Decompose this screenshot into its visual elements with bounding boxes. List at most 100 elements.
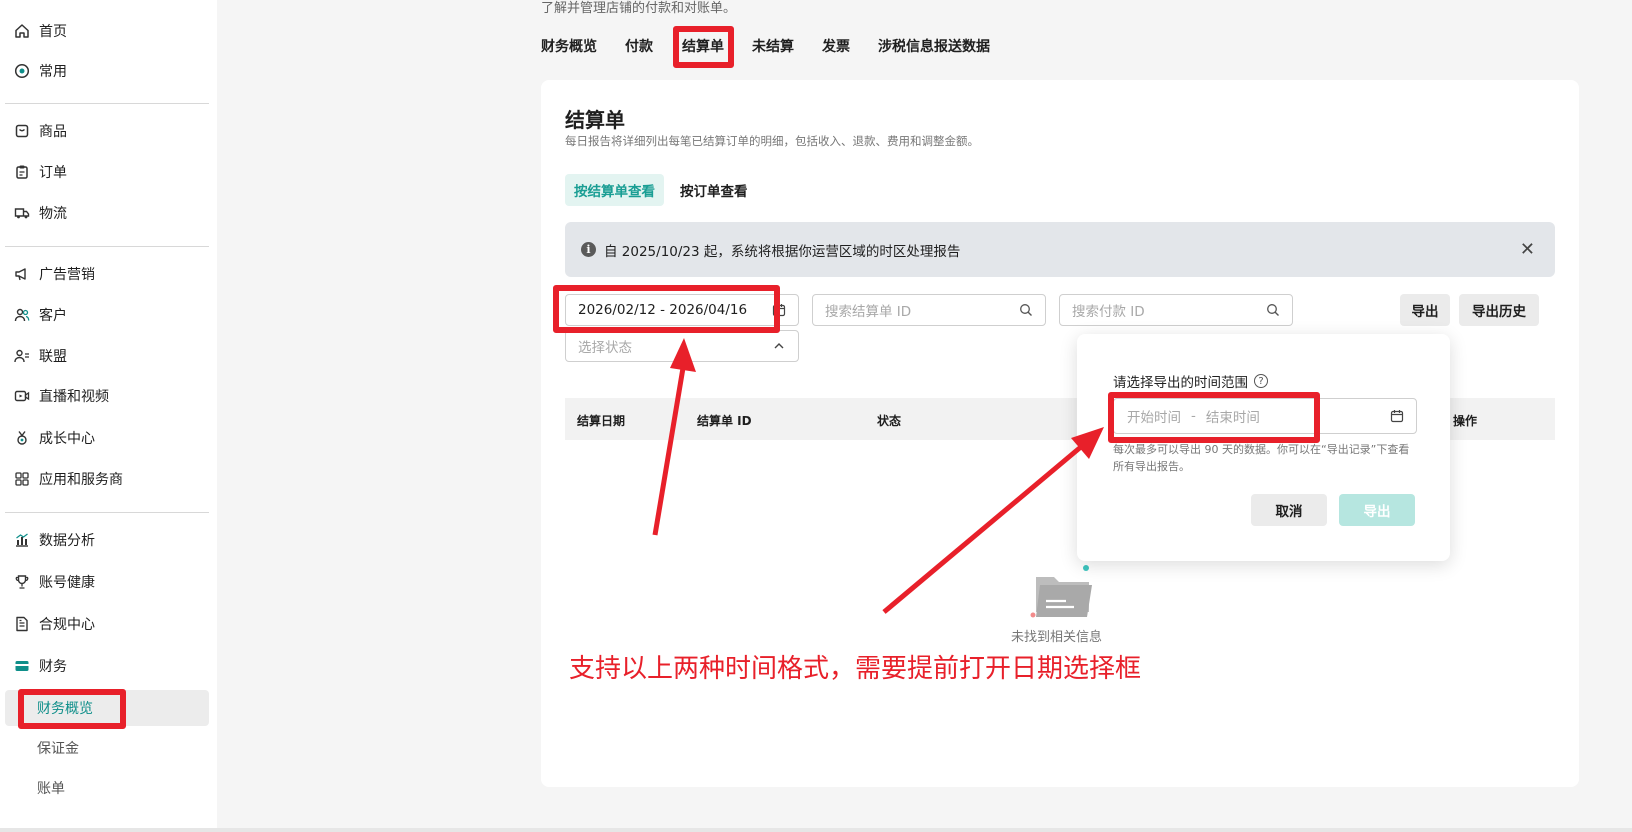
sidebar-subitem-label: 账单 <box>37 781 65 797</box>
product-icon <box>14 123 30 139</box>
sidebar-item-compliance[interactable]: 合规中心 <box>5 606 209 642</box>
bar-chart-icon <box>14 532 30 548</box>
clipboard-icon <box>14 164 30 180</box>
sidebar-subitem-bills[interactable]: 账单 <box>5 770 209 806</box>
sidebar-subitem-label: 保证金 <box>37 741 79 757</box>
tab-statements[interactable]: 结算单 <box>682 36 724 56</box>
sidebar: 首页 常用 商品 订单 物流 广告营销 客户 联盟 直播和视频 成长中心 应用和… <box>0 0 217 828</box>
sidebar-item-favorites[interactable]: 常用 <box>5 53 209 89</box>
sidebar-item-label: 成长中心 <box>39 431 95 447</box>
tab-invoices[interactable]: 发票 <box>822 36 850 56</box>
sidebar-subitem-finance-overview[interactable]: 财务概览 <box>5 690 209 726</box>
help-icon[interactable]: ? <box>1254 374 1268 388</box>
export-date-range-input[interactable]: 开始时间 - 结束时间 <box>1113 398 1417 434</box>
sidebar-item-label: 财务 <box>39 659 67 675</box>
tab-finance-overview[interactable]: 财务概览 <box>541 36 597 56</box>
empty-state-text: 未找到相关信息 <box>1011 630 1103 645</box>
sidebar-item-label: 商品 <box>39 124 67 140</box>
sidebar-subitem-label: 财务概览 <box>37 701 93 717</box>
column-header: 结算单 ID <box>697 414 752 428</box>
users-icon <box>14 307 30 323</box>
medal-icon <box>14 430 30 446</box>
sidebar-item-growth[interactable]: 成长中心 <box>5 420 209 456</box>
sidebar-item-apps[interactable]: 应用和服务商 <box>5 461 209 497</box>
sidebar-item-customers[interactable]: 客户 <box>5 297 209 333</box>
page-title: 结算单 <box>565 108 625 132</box>
end-time-placeholder: 结束时间 <box>1205 410 1260 426</box>
video-icon <box>14 388 30 404</box>
sidebar-subitem-deposit[interactable]: 保证金 <box>5 730 209 766</box>
search-payment-input[interactable]: 搜索付款 ID <box>1059 294 1293 326</box>
column-header: 操作 <box>1453 414 1478 428</box>
export-history-button[interactable]: 导出历史 <box>1459 294 1539 326</box>
search-icon <box>1267 304 1279 316</box>
sidebar-item-live-video[interactable]: 直播和视频 <box>5 378 209 414</box>
sidebar-item-logistics[interactable]: 物流 <box>5 195 209 231</box>
sidebar-item-finance[interactable]: 财务 <box>5 648 209 684</box>
search-statement-input[interactable]: 搜索结算单 ID <box>812 294 1046 326</box>
sidebar-item-label: 联盟 <box>39 349 67 365</box>
status-select[interactable]: 选择状态 <box>565 330 799 362</box>
chevron-up-icon <box>774 343 784 349</box>
trophy-icon <box>14 574 30 590</box>
sidebar-item-orders[interactable]: 订单 <box>5 154 209 190</box>
view-by-statement-toggle[interactable]: 按结算单查看 <box>565 174 664 206</box>
home-icon <box>14 23 30 39</box>
sidebar-item-label: 客户 <box>39 308 67 324</box>
divider <box>5 103 209 104</box>
info-icon: i <box>581 242 596 257</box>
export-range-label-text: 请选择导出的时间范围 <box>1113 375 1248 391</box>
sidebar-item-label: 直播和视频 <box>39 389 109 405</box>
calendar-icon <box>772 304 786 317</box>
sidebar-item-label: 数据分析 <box>39 533 95 549</box>
start-time-placeholder: 开始时间 <box>1127 410 1181 426</box>
export-button[interactable]: 导出 <box>1400 294 1450 326</box>
sidebar-item-label: 订单 <box>39 165 67 181</box>
sidebar-item-label: 首页 <box>39 24 67 40</box>
tab-tax-data[interactable]: 涉税信息报送数据 <box>878 36 990 56</box>
truck-icon <box>14 205 30 221</box>
page-description: 了解并管理店铺的付款和对账单。 <box>541 1 737 16</box>
close-icon[interactable]: ✕ <box>1520 239 1535 260</box>
status-placeholder: 选择状态 <box>578 340 632 356</box>
megaphone-icon <box>14 266 30 282</box>
sidebar-item-label: 常用 <box>39 64 67 80</box>
compliance-icon <box>14 616 30 632</box>
view-by-order-toggle[interactable]: 按订单查看 <box>671 174 757 206</box>
sidebar-item-label: 合规中心 <box>39 617 95 633</box>
bottom-scrollbar[interactable] <box>0 828 1632 832</box>
empty-folder-icon <box>1030 565 1092 618</box>
search-payment-placeholder: 搜索付款 ID <box>1072 304 1145 320</box>
search-statement-placeholder: 搜索结算单 ID <box>825 304 912 320</box>
tab-unsettled[interactable]: 未结算 <box>752 36 794 56</box>
notice-text: 自 2025/10/23 起，系统将根据你运营区域的时区处理报告 <box>604 243 961 260</box>
sidebar-item-affiliate[interactable]: 联盟 <box>5 338 209 374</box>
divider <box>5 512 209 513</box>
sidebar-item-marketing[interactable]: 广告营销 <box>5 256 209 292</box>
sidebar-item-label: 账号健康 <box>39 575 95 591</box>
annotation-text: 支持以上两种时间格式，需要提前打开日期选择框 <box>569 654 1142 684</box>
sidebar-item-label: 广告营销 <box>39 267 95 283</box>
sidebar-item-account-health[interactable]: 账号健康 <box>5 564 209 600</box>
export-range-label: 请选择导出的时间范围 ? <box>1113 371 1268 391</box>
confirm-export-button[interactable]: 导出 <box>1339 494 1415 526</box>
tab-payments[interactable]: 付款 <box>625 36 653 56</box>
sidebar-item-products[interactable]: 商品 <box>5 113 209 149</box>
search-icon <box>1020 304 1032 316</box>
calendar-icon <box>1390 410 1404 423</box>
sidebar-item-analytics[interactable]: 数据分析 <box>5 522 209 558</box>
cancel-button[interactable]: 取消 <box>1251 494 1327 526</box>
date-range-picker[interactable]: 2026/02/12 - 2026/04/16 <box>565 294 799 326</box>
column-header: 结算日期 <box>577 414 626 428</box>
star-circle-icon <box>14 63 30 79</box>
sidebar-item-home[interactable]: 首页 <box>5 13 209 49</box>
export-range-popover: 请选择导出的时间范围 ? 开始时间 - 结束时间 每次最多可以导出 90 天的数… <box>1077 334 1450 561</box>
timezone-notice: i 自 2025/10/23 起，系统将根据你运营区域的时区处理报告 ✕ <box>565 222 1555 277</box>
card-description: 每日报告将详细列出每笔已结算订单的明细，包括收入、退款、费用和调整金额。 <box>565 134 979 148</box>
divider <box>5 246 209 247</box>
sidebar-item-label: 物流 <box>39 206 67 222</box>
sidebar-item-label: 应用和服务商 <box>39 472 123 488</box>
wallet-icon <box>14 658 30 674</box>
affiliate-icon <box>14 348 30 364</box>
range-separator: - <box>1191 408 1196 424</box>
